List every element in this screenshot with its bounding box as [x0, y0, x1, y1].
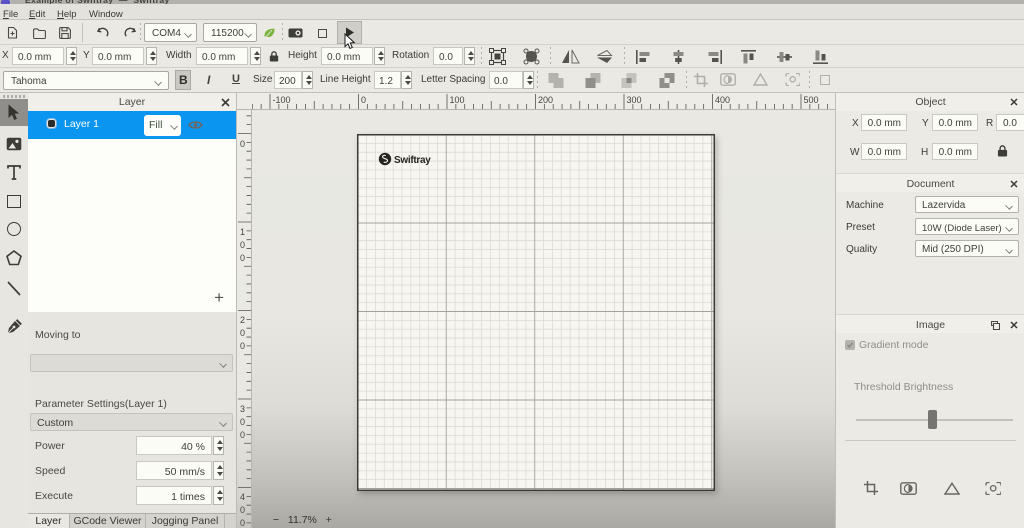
svg-text:500: 500 — [804, 95, 819, 105]
svg-text:0: 0 — [240, 430, 245, 440]
svg-text:300: 300 — [627, 95, 642, 105]
svg-text:200: 200 — [538, 95, 553, 105]
svg-text:3: 3 — [240, 404, 245, 414]
svg-text:0: 0 — [240, 139, 245, 149]
svg-text:-100: -100 — [273, 95, 291, 105]
svg-text:0: 0 — [240, 328, 245, 338]
svg-text:1: 1 — [240, 227, 245, 237]
svg-text:0: 0 — [240, 505, 245, 515]
svg-text:0: 0 — [361, 95, 366, 105]
svg-text:0: 0 — [240, 253, 245, 263]
svg-text:2: 2 — [240, 315, 245, 325]
svg-text:100: 100 — [450, 95, 465, 105]
svg-text:0: 0 — [240, 417, 245, 427]
svg-text:4: 4 — [240, 492, 245, 502]
svg-text:400: 400 — [715, 95, 730, 105]
svg-text:0: 0 — [240, 518, 245, 528]
svg-text:Swiftray: Swiftray — [394, 155, 431, 166]
svg-text:0: 0 — [240, 240, 245, 250]
svg-text:0: 0 — [240, 341, 245, 351]
